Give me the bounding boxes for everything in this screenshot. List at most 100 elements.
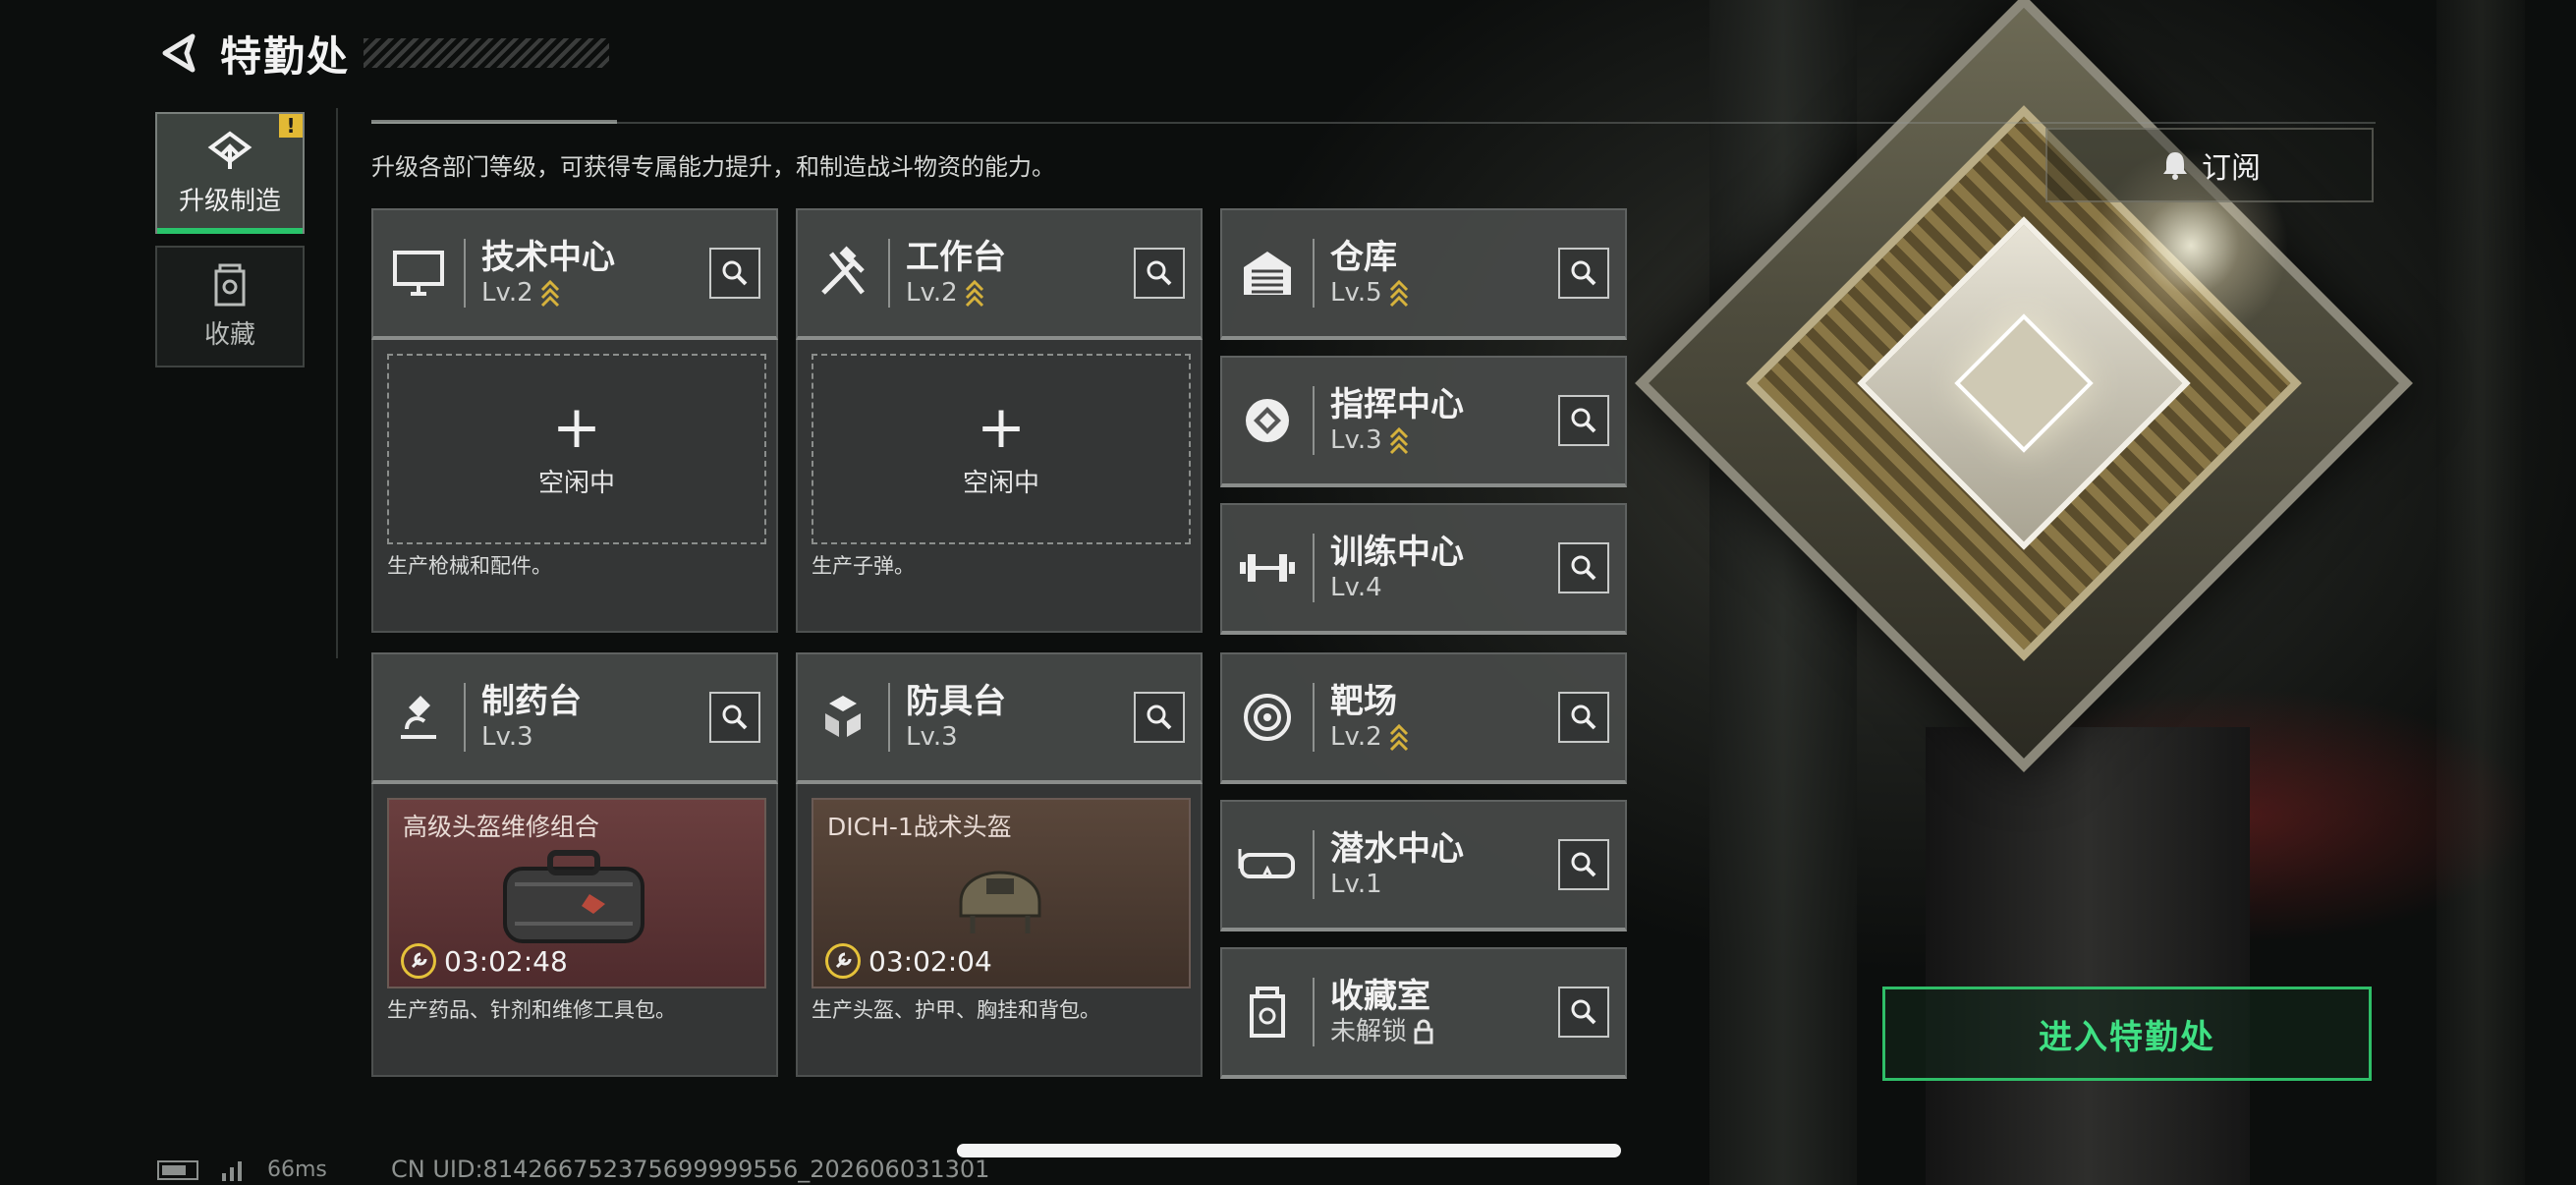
dept-card-armor-bench[interactable]: 防具台 Lv.3 bbox=[796, 652, 1203, 784]
dumbbell-icon bbox=[1236, 536, 1299, 599]
title-decoration bbox=[364, 38, 610, 68]
dept-note: 生产枪械和配件。 bbox=[387, 554, 552, 578]
search-icon bbox=[1571, 408, 1596, 433]
dept-card-warehouse[interactable]: 仓库 Lv.5 bbox=[1220, 208, 1627, 340]
home-indicator[interactable] bbox=[957, 1144, 1621, 1157]
divider-accent bbox=[371, 120, 617, 124]
search-icon bbox=[722, 705, 748, 730]
microscope-icon bbox=[387, 686, 450, 749]
plus-icon: + bbox=[976, 392, 1027, 462]
plus-icon: + bbox=[551, 392, 602, 462]
repair-kit-bag-icon bbox=[503, 850, 644, 943]
nav-collection-label: 收藏 bbox=[203, 319, 255, 350]
dept-level: Lv.3 bbox=[481, 722, 533, 752]
monitor-icon bbox=[387, 242, 450, 305]
enter-special-ops-button[interactable]: 进入特勤处 bbox=[1882, 987, 2372, 1081]
dept-level: Lv.1 bbox=[1330, 870, 1382, 899]
hammer-wrench-icon bbox=[812, 242, 874, 305]
dept-name: 仓库 bbox=[1330, 238, 1397, 277]
dept-name: 训练中心 bbox=[1330, 533, 1464, 572]
nav-collection[interactable]: 收藏 bbox=[155, 246, 305, 367]
dept-card-command-center[interactable]: 指挥中心 Lv.3 bbox=[1220, 356, 1627, 487]
wrench-timer-icon bbox=[825, 943, 861, 979]
subscribe-label: 订阅 bbox=[2202, 151, 2261, 186]
search-button[interactable] bbox=[709, 692, 760, 743]
dept-card-workbench[interactable]: 工作台 Lv.2 bbox=[796, 208, 1203, 340]
production-timer: 03:02:04 bbox=[868, 944, 992, 978]
search-icon bbox=[1571, 555, 1596, 581]
dept-name: 指挥中心 bbox=[1330, 385, 1464, 424]
wrench-timer-icon bbox=[401, 943, 436, 979]
search-icon bbox=[1571, 705, 1596, 730]
collection-bin-icon bbox=[1236, 981, 1299, 1044]
back-button[interactable] bbox=[155, 28, 204, 78]
dept-panel-workbench: + 空闲中 生产子弹。 bbox=[796, 340, 1203, 633]
dept-level: Lv.5 bbox=[1330, 278, 1382, 308]
dept-card-diving-center[interactable]: 潜水中心 Lv.1 bbox=[1220, 800, 1627, 931]
nav-upgrade-label: 升级制造 bbox=[178, 186, 281, 216]
upgrade-available-icon bbox=[965, 279, 983, 308]
armor-plates-icon bbox=[812, 686, 874, 749]
search-icon bbox=[722, 260, 748, 286]
dept-level: Lv.3 bbox=[1330, 425, 1382, 455]
production-slot-empty[interactable]: + 空闲中 bbox=[812, 354, 1191, 544]
dept-card-tech-center[interactable]: 技术中心 Lv.2 bbox=[371, 208, 778, 340]
production-timer: 03:02:48 bbox=[444, 944, 568, 978]
search-button[interactable] bbox=[1558, 692, 1609, 743]
signal-icon bbox=[222, 1160, 242, 1181]
dept-note: 生产头盔、护甲、胸挂和背包。 bbox=[812, 998, 1100, 1022]
slot-status: 空闲中 bbox=[962, 468, 1039, 498]
upgrade-available-icon bbox=[1389, 426, 1408, 455]
search-button[interactable] bbox=[1134, 692, 1185, 743]
dept-level: Lv.2 bbox=[1330, 722, 1382, 752]
production-item[interactable]: DICH-1战术头盔 03:02:04 bbox=[812, 798, 1191, 988]
search-icon bbox=[1571, 999, 1596, 1025]
dept-name: 潜水中心 bbox=[1330, 829, 1464, 869]
dept-card-collection-room[interactable]: 收藏室 未解锁 bbox=[1220, 947, 1627, 1079]
tactical-helmet-icon bbox=[959, 871, 1041, 933]
divider-vertical bbox=[336, 108, 338, 658]
dept-card-pharmacy[interactable]: 制药台 Lv.3 bbox=[371, 652, 778, 784]
search-button[interactable] bbox=[1558, 987, 1609, 1038]
nav-upgrade-manufacture[interactable]: ! 升级制造 bbox=[155, 112, 305, 234]
search-icon bbox=[1571, 260, 1596, 286]
page-header: 特勤处 bbox=[155, 24, 610, 83]
upgrade-available-icon bbox=[1389, 723, 1408, 752]
search-button[interactable] bbox=[1558, 395, 1609, 446]
dept-note: 生产药品、针剂和维修工具包。 bbox=[387, 998, 676, 1022]
search-button[interactable] bbox=[1558, 248, 1609, 299]
dept-panel-armor-bench: DICH-1战术头盔 03:02:04 生产头盔、护甲、胸挂和背包。 bbox=[796, 784, 1203, 1077]
dept-card-shooting-range[interactable]: 靶场 Lv.2 bbox=[1220, 652, 1627, 784]
search-button[interactable] bbox=[1558, 839, 1609, 890]
item-name: 高级头盔维修组合 bbox=[403, 813, 600, 841]
search-icon bbox=[1147, 705, 1172, 730]
alert-badge: ! bbox=[279, 114, 303, 138]
page-title: 特勤处 bbox=[220, 31, 351, 81]
production-item[interactable]: 高级头盔维修组合 03:02:48 bbox=[387, 798, 766, 988]
dept-name: 技术中心 bbox=[481, 238, 615, 277]
subscribe-button[interactable]: 订阅 bbox=[2045, 128, 2374, 202]
back-arrow-icon bbox=[162, 33, 196, 73]
bell-icon bbox=[2163, 152, 2187, 180]
search-button[interactable] bbox=[709, 248, 760, 299]
dept-name: 靶场 bbox=[1330, 682, 1397, 721]
dept-level: Lv.4 bbox=[1330, 573, 1382, 602]
dept-name: 收藏室 bbox=[1330, 977, 1430, 1016]
dept-panel-tech-center: + 空闲中 生产枪械和配件。 bbox=[371, 340, 778, 633]
dept-note: 生产子弹。 bbox=[812, 554, 915, 578]
section-description: 升级各部门等级，可获得专属能力提升，和制造战斗物资的能力。 bbox=[371, 153, 1055, 181]
lock-icon bbox=[1414, 1019, 1433, 1044]
dept-panel-pharmacy: 高级头盔维修组合 03:02:48 生产药品、针剂和维修工具包。 bbox=[371, 784, 778, 1077]
search-icon bbox=[1571, 852, 1596, 877]
upgrade-available-icon bbox=[1389, 279, 1408, 308]
slot-status: 空闲中 bbox=[537, 468, 615, 498]
dept-name: 防具台 bbox=[906, 682, 1006, 721]
dept-card-training-center[interactable]: 训练中心 Lv.4 bbox=[1220, 503, 1627, 635]
search-button[interactable] bbox=[1134, 248, 1185, 299]
production-slot-empty[interactable]: + 空闲中 bbox=[387, 354, 766, 544]
dept-level: Lv.2 bbox=[906, 278, 958, 308]
diving-mask-icon bbox=[1236, 833, 1299, 896]
dept-name: 工作台 bbox=[906, 238, 1006, 277]
search-button[interactable] bbox=[1558, 542, 1609, 593]
status-bar: 66ms bbox=[157, 1157, 327, 1182]
